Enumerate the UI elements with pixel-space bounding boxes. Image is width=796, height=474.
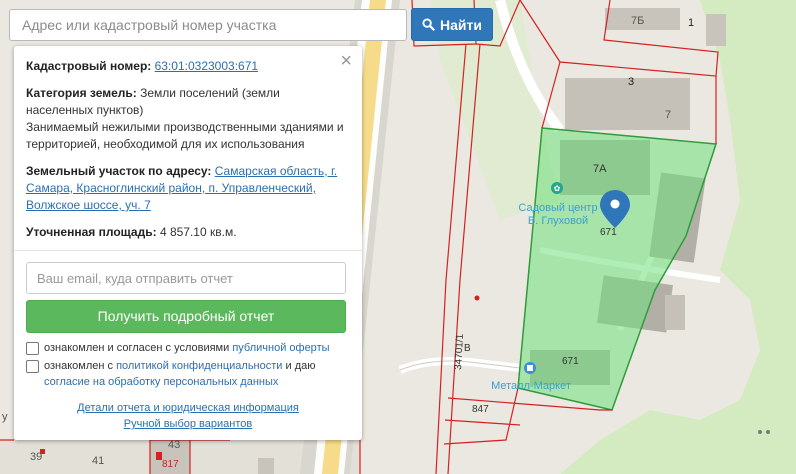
area-row: Уточненная площадь: 4 857.10 кв.м.: [26, 224, 350, 241]
consent-privacy-mid: и даю: [285, 360, 316, 372]
usage-value: Занимаемый нежилыми производственными зд…: [26, 120, 344, 151]
consent-privacy-checkbox[interactable]: [26, 360, 39, 373]
consent-offer-checkbox[interactable]: [26, 342, 39, 355]
public-offer-link[interactable]: публичной оферты: [232, 342, 329, 354]
cadastral-number-row: Кадастровый номер: 63:01:0323003:671: [26, 58, 350, 75]
label-7b: 7Б: [631, 15, 644, 27]
label-671a: 671: [600, 227, 617, 238]
search-button-label: Найти: [440, 16, 482, 33]
search-icon: [422, 18, 435, 31]
get-report-button[interactable]: Получить подробный отчет: [26, 300, 346, 333]
search-button[interactable]: Найти: [411, 8, 493, 41]
poi-garden-line2: В. Глуховой: [528, 215, 588, 227]
panel-divider: [14, 250, 362, 251]
privacy-policy-link[interactable]: политикой конфиденциальности: [116, 360, 282, 372]
label-43: 43: [168, 439, 180, 451]
poi-metal-market-label: Металл-Маркет: [491, 380, 571, 392]
label-b: В: [464, 343, 471, 354]
category-label: Категория земель:: [26, 86, 137, 100]
area-label: Уточненная площадь:: [26, 225, 157, 239]
cadastral-number-link[interactable]: 63:01:0323003:671: [155, 59, 258, 73]
consent-offer-text: ознакомлен и согласен с условиями: [44, 342, 230, 354]
label-3: 3: [628, 76, 634, 88]
point-marker: [758, 430, 762, 434]
shop-icon: [527, 365, 533, 371]
label-7: 7: [665, 109, 671, 121]
report-details-link[interactable]: Детали отчета и юридическая информация: [14, 400, 362, 416]
building-annex: [665, 295, 685, 330]
label-41: 41: [92, 455, 104, 467]
label-671b: 671: [562, 356, 579, 367]
poi-garden-line1: Садовый центр: [518, 202, 597, 214]
label-7a: 7А: [593, 163, 607, 175]
consent-privacy: ознакомлен с политикой конфиденциальност…: [26, 358, 350, 390]
building-bottom: [258, 458, 274, 474]
get-report-label: Получить подробный отчет: [97, 308, 275, 324]
close-icon[interactable]: ×: [340, 50, 352, 72]
boundary-marker: [474, 295, 480, 301]
personal-data-consent-link[interactable]: согласие на обработку персональных данны…: [44, 376, 278, 388]
bottom-links: Детали отчета и юридическая информация Р…: [14, 400, 362, 432]
area-value: 4 857.10 кв.м.: [159, 225, 237, 239]
label-847: 847: [472, 404, 489, 415]
label-u: у: [2, 411, 8, 423]
consent-offer: ознакомлен и согласен с условиями публич…: [26, 340, 350, 356]
search-input[interactable]: [10, 10, 406, 40]
land-category-row: Категория земель: Земли поселений (земли…: [26, 85, 350, 153]
address-label: Земельный участок по адресу:: [26, 164, 212, 178]
label-1: 1: [688, 17, 694, 29]
label-817: 817: [162, 459, 179, 470]
manual-selection-link[interactable]: Ручной выбор вариантов: [14, 416, 362, 432]
label-39: 39: [30, 451, 42, 463]
address-row: Земельный участок по адресу: Самарская о…: [26, 163, 350, 214]
point-marker-2: [766, 430, 770, 434]
search-bar[interactable]: [9, 9, 407, 41]
building-small: [706, 14, 726, 46]
consent-privacy-text: ознакомлен с: [44, 360, 114, 372]
parcel-info-panel: × Кадастровый номер: 63:01:0323003:671 К…: [14, 46, 362, 440]
flower-icon: ✿: [554, 184, 561, 193]
email-input[interactable]: [26, 262, 346, 294]
cadastral-label: Кадастровый номер:: [26, 59, 152, 73]
